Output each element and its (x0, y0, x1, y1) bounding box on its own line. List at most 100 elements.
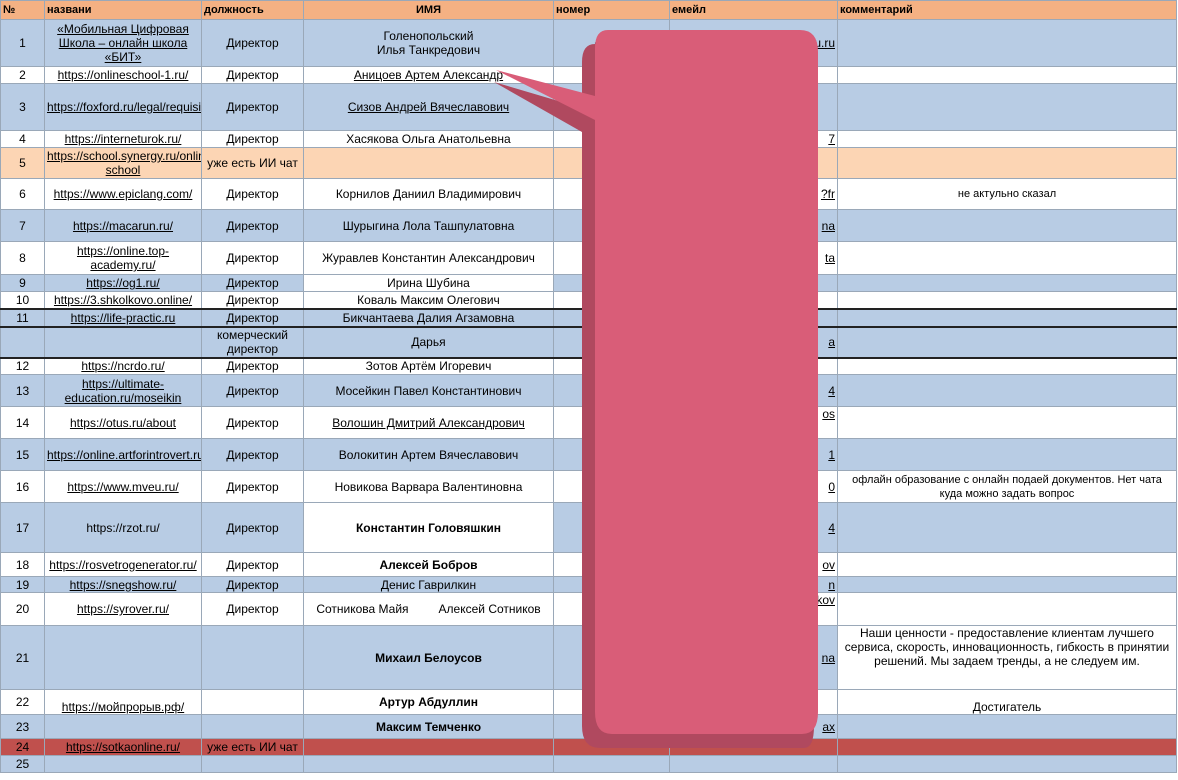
cell-position[interactable]: Директор (201, 470, 304, 503)
cell-site-link[interactable]: https://school.synergy.ru/online-school (44, 147, 202, 179)
cell-comment[interactable] (837, 209, 1177, 242)
cell-email[interactable] (669, 83, 838, 131)
cell-name[interactable]: Мосейкин Павел Константинович (303, 374, 554, 407)
cell-position[interactable]: Директор (201, 274, 304, 292)
cell-email[interactable]: n (669, 576, 838, 593)
cell-email[interactable]: kov (669, 592, 838, 626)
cell-comment[interactable] (837, 374, 1177, 407)
cell-num[interactable]: 17 (0, 502, 45, 553)
cell-position[interactable]: уже есть ИИ чат (201, 147, 304, 179)
cell-site-link[interactable]: https://www.epiclang.com/ (44, 178, 202, 210)
cell-position[interactable] (201, 755, 304, 773)
cell-email[interactable] (669, 291, 838, 309)
cell-name[interactable]: Ирина Шубина (303, 274, 554, 292)
cell-site[interactable] (44, 714, 202, 739)
header-site[interactable]: названи (44, 0, 202, 20)
cell-phone[interactable] (553, 274, 670, 292)
cell-num[interactable]: 12 (0, 357, 45, 375)
cell-phone[interactable] (553, 374, 670, 407)
cell-position[interactable]: комерческий директор (201, 325, 304, 359)
cell-position[interactable]: Директор (201, 83, 304, 131)
cell-phone[interactable] (553, 576, 670, 593)
cell-site-link[interactable]: https://sotkaonline.ru/ (44, 738, 202, 756)
cell-phone[interactable] (553, 502, 670, 553)
cell-num[interactable]: 21 (0, 625, 45, 690)
cell-num[interactable]: 2 (0, 66, 45, 84)
cell-site-link[interactable]: https://snegshow.ru/ (44, 576, 202, 593)
cell-num[interactable]: 10 (0, 291, 45, 309)
cell-phone[interactable] (553, 755, 670, 773)
cell-comment[interactable] (837, 576, 1177, 593)
cell-num[interactable]: 3 (0, 83, 45, 131)
cell-email[interactable] (669, 147, 838, 179)
cell-phone[interactable] (553, 714, 670, 739)
cell-position[interactable]: Директор (201, 209, 304, 242)
cell-site[interactable] (44, 625, 202, 690)
cell-num[interactable]: 5 (0, 147, 45, 179)
cell-phone[interactable] (553, 291, 670, 309)
cell-phone[interactable] (553, 738, 670, 756)
cell-email[interactable]: 7 (669, 130, 838, 148)
cell-phone[interactable] (553, 470, 670, 503)
cell-name-link[interactable]: Волошин Дмитрий Александрович (303, 406, 554, 439)
cell-phone[interactable] (553, 625, 670, 690)
cell-site-link[interactable]: https://og1.ru/ (44, 274, 202, 292)
header-email[interactable]: емейл (669, 0, 838, 20)
cell-num[interactable]: 19 (0, 576, 45, 593)
cell-phone[interactable] (553, 325, 670, 359)
cell-phone[interactable] (553, 307, 670, 328)
cell-name[interactable]: Дарья (303, 325, 554, 359)
cell-position[interactable]: Директор (201, 576, 304, 593)
cell-position[interactable]: Директор (201, 406, 304, 439)
cell-comment[interactable]: офлайн образование с онлайн подаей докум… (837, 470, 1177, 503)
header-phone[interactable]: номер (553, 0, 670, 20)
cell-email[interactable] (669, 66, 838, 84)
header-num[interactable]: № (0, 0, 45, 20)
cell-email[interactable]: 4 (669, 374, 838, 407)
cell-email[interactable]: u.ru (669, 19, 838, 67)
cell-position[interactable]: Директор (201, 66, 304, 84)
cell-num[interactable]: 7 (0, 209, 45, 242)
cell-comment[interactable] (837, 438, 1177, 471)
cell-phone[interactable] (553, 552, 670, 577)
cell-position[interactable]: Директор (201, 19, 304, 67)
cell-email[interactable]: 1 (669, 438, 838, 471)
cell-email[interactable] (669, 689, 838, 715)
cell-position[interactable]: Директор (201, 438, 304, 471)
cell-name[interactable]: Зотов Артём Игоревич (303, 357, 554, 375)
cell-site[interactable] (44, 755, 202, 773)
cell-comment[interactable] (837, 406, 1177, 439)
cell-name[interactable]: Корнилов Даниил Владимирович (303, 178, 554, 210)
cell-position[interactable]: уже есть ИИ чат (201, 738, 304, 756)
cell-site-link[interactable]: «Мобильная Цифровая Школа – онлайн школа… (44, 19, 202, 67)
cell-name[interactable]: Артур Абдуллин (303, 689, 554, 715)
cell-phone[interactable] (553, 83, 670, 131)
cell-phone[interactable]: +7 (49 (553, 19, 670, 67)
cell-email[interactable] (669, 357, 838, 375)
cell-email[interactable] (669, 274, 838, 292)
cell-name[interactable] (303, 755, 554, 773)
cell-name[interactable]: Журавлев Константин Александрович (303, 241, 554, 275)
cell-email[interactable] (669, 755, 838, 773)
cell-phone[interactable]: 7 (4 (553, 357, 670, 375)
cell-site-link[interactable]: https://foxford.ru/legal/requisites (44, 83, 202, 131)
cell-position[interactable]: Директор (201, 178, 304, 210)
cell-phone[interactable] (553, 209, 670, 242)
cell-name[interactable]: Максим Темченко (303, 714, 554, 739)
cell-num[interactable]: 16 (0, 470, 45, 503)
cell-site-link[interactable]: https://onlineschool-1.ru/ (44, 66, 202, 84)
cell-position[interactable]: Директор (201, 357, 304, 375)
header-comment[interactable]: комментарий (837, 0, 1177, 20)
cell-name[interactable] (303, 738, 554, 756)
cell-site-link[interactable]: https://rosvetrogenerator.ru/ (44, 552, 202, 577)
cell-comment[interactable] (837, 325, 1177, 359)
contact-name-1[interactable]: Сотникова Майя (316, 602, 408, 616)
cell-name[interactable]: Михаил Белоусов (303, 625, 554, 690)
cell-name[interactable] (303, 147, 554, 179)
cell-email[interactable]: ov (669, 552, 838, 577)
cell-position[interactable]: Директор (201, 307, 304, 328)
cell-position[interactable]: Директор (201, 291, 304, 309)
cell-name[interactable]: Коваль Максим Олегович (303, 291, 554, 309)
cell-email[interactable]: 4 (669, 502, 838, 553)
cell-phone[interactable] (553, 438, 670, 471)
